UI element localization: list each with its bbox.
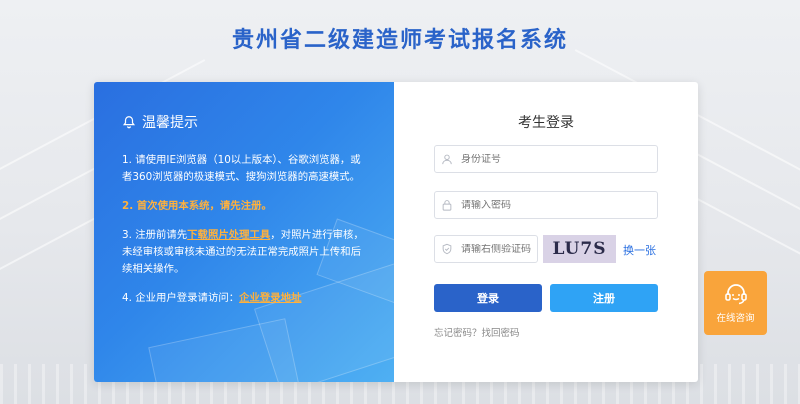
password-input[interactable] [461,199,657,211]
bell-icon [122,116,136,129]
notice-item-enterprise: 4. 企业用户登录请访问：企业登录地址 [122,292,302,304]
notice-item-photo-tool: 3. 注册前请先下载照片处理工具，对照片进行审核，未经审核或审核未通过的无法正常… [122,229,364,275]
lock-icon [442,200,452,211]
forgot-password: 忘记密码？找回密码 [434,325,520,339]
refresh-captcha-link[interactable]: 换一张 [623,242,656,258]
password-field[interactable] [434,191,658,219]
download-photo-tool-link[interactable]: 下载照片处理工具 [187,229,270,241]
notice-item-browser: 1. 请使用IE浏览器（10以上版本）、谷歌浏览器，或者360浏览器的极速模式、… [122,154,361,183]
enterprise-login-link[interactable]: 企业登录地址 [239,292,301,304]
page-title: 贵州省二级建造师考试报名系统 [231,28,568,53]
login-title: 考生登录 [518,115,574,131]
captcha-image[interactable]: LU7S [543,235,616,263]
shield-icon [442,243,452,255]
register-button[interactable]: 注册 [550,284,658,312]
online-consult-button[interactable]: 在线咨询 [704,271,767,335]
login-button[interactable]: 登录 [434,284,542,312]
headset-icon [724,284,747,305]
notice-title: 温馨提示 [142,115,198,131]
captcha-input[interactable] [461,243,537,255]
user-icon [442,154,452,165]
login-panel: 考生登录 LU7S 换一张 登录 注册 [394,82,698,382]
id-number-field[interactable] [434,145,658,173]
forgot-password-link[interactable]: 忘记密码？找回密码 [434,328,520,339]
captcha-field[interactable] [434,235,538,263]
login-card: 温馨提示 1. 请使用IE浏览器（10以上版本）、谷歌浏览器，或者360浏览器的… [94,82,698,382]
notice-item-register-first: 2. 首次使用本系统，请先注册。 [122,200,272,212]
notice-header: 温馨提示 [122,112,370,132]
consult-label: 在线咨询 [716,313,755,324]
notice-panel: 温馨提示 1. 请使用IE浏览器（10以上版本）、谷歌浏览器，或者360浏览器的… [94,82,394,382]
id-number-input[interactable] [461,153,657,165]
